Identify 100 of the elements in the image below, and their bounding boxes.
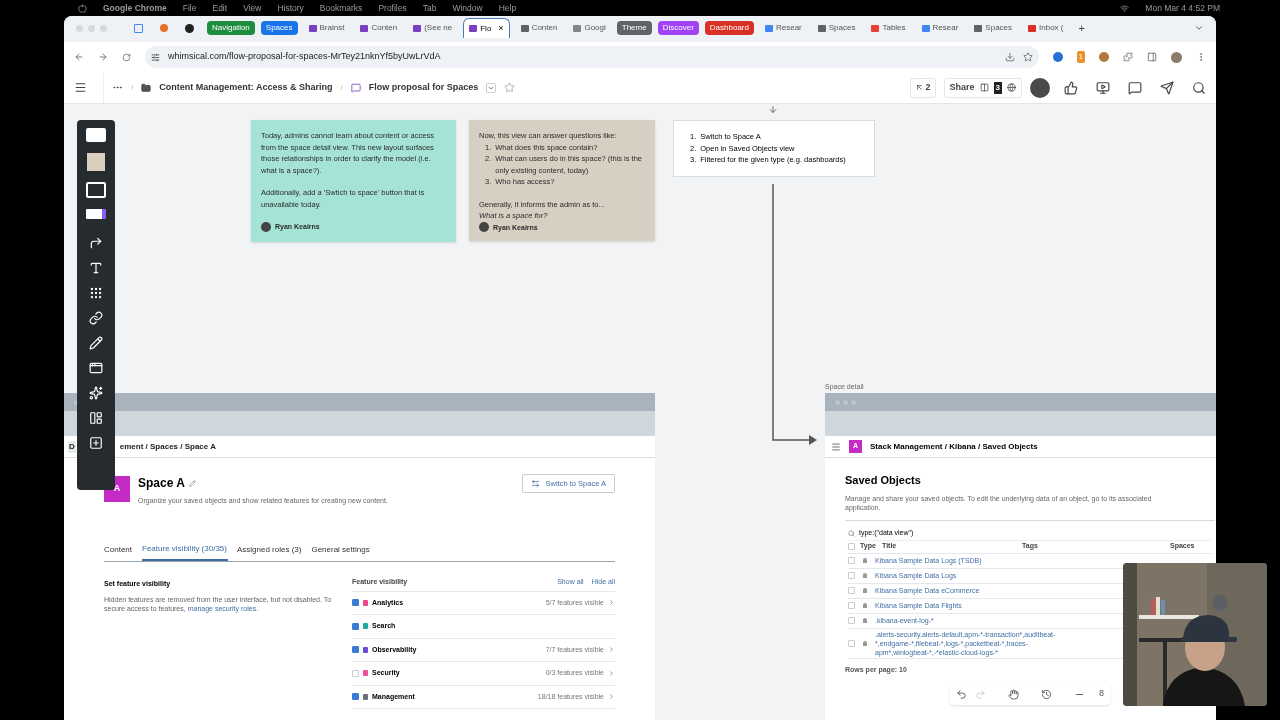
reload-icon[interactable] [122, 52, 131, 62]
checkbox[interactable] [848, 617, 855, 624]
tab[interactable]: Content [104, 542, 134, 561]
tab-group-label[interactable]: Dashboard [704, 21, 754, 35]
chevron-right-icon[interactable] [608, 669, 615, 677]
back-icon[interactable] [74, 52, 84, 62]
menu-item[interactable]: Bookmarks [319, 1, 363, 15]
checkbox[interactable] [352, 669, 359, 677]
chevron-right-icon[interactable] [608, 646, 615, 654]
browser-tab[interactable]: Resear [916, 18, 964, 38]
connector-tool-icon[interactable] [89, 236, 103, 250]
site-settings-icon[interactable] [151, 52, 160, 62]
checkbox[interactable] [848, 557, 855, 564]
calendar-icon[interactable] [134, 23, 143, 33]
apple-icon[interactable] [78, 3, 87, 13]
breadcrumb-separator: / [131, 81, 134, 94]
history-icon[interactable] [1041, 688, 1052, 700]
browser-tab[interactable]: Spaces [812, 18, 861, 38]
checkbox[interactable] [352, 646, 359, 654]
tab-search-icon[interactable] [1194, 23, 1204, 33]
address-bar[interactable]: whimsical.com/flow-proposal-for-spaces-MrTey21nknYf5byUwLrVdA [145, 46, 1039, 68]
checkbox[interactable] [848, 572, 855, 579]
browser-tab[interactable]: Brainst [303, 18, 350, 38]
grid-tool-icon[interactable] [89, 286, 103, 300]
template-tool-icon[interactable] [89, 411, 103, 425]
select-all-checkbox[interactable] [848, 543, 855, 550]
tab[interactable]: Feature visibility (30/35) [142, 542, 228, 561]
favicon-icon[interactable] [185, 23, 194, 33]
browser-tab[interactable]: (See ne [408, 18, 458, 38]
browser-tab[interactable]: Googl [568, 18, 611, 38]
tab-group-label[interactable]: Spaces [260, 21, 298, 35]
extensions-icon[interactable] [1123, 52, 1133, 62]
hand-icon[interactable] [1008, 688, 1019, 700]
pencil-tool-icon[interactable] [89, 336, 103, 350]
profile-avatar[interactable] [1171, 51, 1182, 63]
share-button[interactable]: Share 3 [943, 77, 1022, 98]
search-icon[interactable] [1192, 80, 1206, 95]
menu-item[interactable]: Profiles [378, 1, 407, 15]
browser-tab[interactable]: Resear [759, 18, 807, 38]
browser-tab[interactable]: Spaces [969, 18, 1018, 38]
menu-icon[interactable] [74, 81, 87, 94]
chevron-right-icon[interactable] [608, 693, 615, 701]
bookmark-star-icon[interactable] [1022, 52, 1033, 62]
follow-button[interactable]: 2 [909, 77, 936, 98]
checkbox[interactable] [352, 622, 359, 630]
send-icon[interactable] [1160, 80, 1174, 95]
add-tool-icon[interactable] [89, 436, 103, 450]
menu-item[interactable]: Window [452, 1, 483, 15]
text-tool-icon[interactable] [89, 261, 103, 275]
forward-icon[interactable] [98, 52, 108, 62]
data-view-icon [863, 573, 867, 578]
side-panel-icon[interactable] [1147, 52, 1157, 62]
install-icon[interactable] [1004, 52, 1015, 62]
comment-icon[interactable] [1128, 80, 1142, 95]
checkbox[interactable] [848, 639, 855, 647]
browser-tab[interactable]: Conten [355, 18, 403, 38]
board-title[interactable]: Flow proposal for Spaces [368, 80, 479, 95]
checkbox[interactable] [352, 599, 359, 607]
flow-arrow [768, 104, 778, 115]
wireframe-tool-icon[interactable] [86, 182, 106, 198]
menu-item[interactable]: View [243, 1, 262, 15]
star-icon[interactable] [504, 82, 516, 93]
browser-tab[interactable]: Inbox ( [1023, 18, 1069, 38]
mindmap-tool-icon[interactable] [86, 209, 106, 219]
wifi-icon[interactable] [1120, 3, 1130, 13]
undo-icon[interactable] [956, 688, 967, 700]
data-view-icon [863, 618, 867, 623]
dropdown-button[interactable] [486, 82, 497, 93]
browser-tab[interactable]: Conten [515, 18, 563, 38]
breadcrumb-link[interactable]: Content Management: Access & Sharing [159, 80, 333, 95]
frame-tool-icon[interactable] [89, 361, 103, 375]
new-tab-button[interactable]: + [1078, 19, 1085, 37]
author-avatar [261, 221, 271, 232]
present-icon[interactable] [1096, 80, 1110, 95]
close-tab-button[interactable]: × [498, 21, 504, 36]
browser-tab[interactable]: Tables [866, 18, 911, 38]
menu-item[interactable]: Help [498, 1, 517, 15]
menu-item[interactable]: Google Chrome [103, 1, 167, 15]
link-tool-icon[interactable] [89, 311, 103, 325]
like-icon[interactable] [1064, 80, 1078, 95]
tab-group-label[interactable]: Navigation [207, 21, 255, 35]
menu-item[interactable]: Edit [212, 1, 228, 15]
tab-group-label[interactable]: Theme [616, 21, 652, 35]
site-favicon-icon[interactable] [160, 24, 168, 32]
tab-group-label[interactable]: Discover [657, 21, 699, 35]
edit-icon[interactable] [188, 479, 196, 487]
data-view-icon [863, 603, 867, 608]
browser-tab[interactable]: Flo × [463, 18, 510, 38]
checkbox[interactable] [848, 587, 855, 594]
menu-item[interactable]: Tab [422, 1, 437, 15]
menu-item[interactable]: File [182, 1, 197, 15]
chevron-right-icon[interactable] [608, 599, 615, 607]
user-avatar[interactable] [1030, 77, 1050, 98]
ai-tool-icon[interactable] [89, 386, 103, 400]
checkbox[interactable] [352, 693, 359, 701]
extension-icon[interactable] [1052, 52, 1063, 62]
checkbox[interactable] [848, 602, 855, 609]
tab[interactable]: Assigned roles (3) [236, 542, 303, 561]
menu-item[interactable]: History [277, 1, 304, 15]
tab[interactable]: General settings [311, 542, 371, 561]
